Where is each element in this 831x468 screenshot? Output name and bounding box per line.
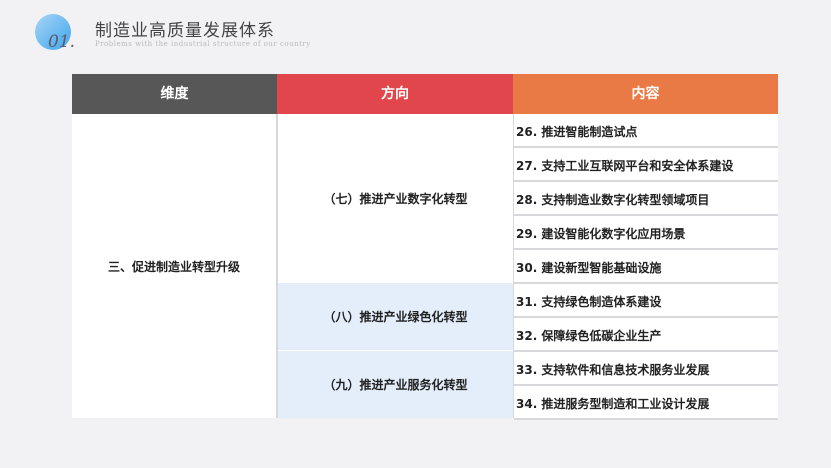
list-item: 26. 推进智能制造试点 (514, 116, 778, 148)
list-item: 31. 支持绿色制造体系建设 (514, 286, 778, 318)
column-header-content: 内容 (513, 74, 778, 114)
direction-cell-service: （九）推进产业服务化转型 (278, 351, 513, 418)
section-number: 01. (48, 32, 76, 52)
content-list: 26. 推进智能制造试点 27. 支持工业互联网平台和安全体系建设 28. 支持… (514, 114, 778, 420)
column-header-direction: 方向 (277, 74, 513, 114)
slide-subtitle: Problems with the industrial structure o… (95, 40, 311, 48)
slide-title: 制造业高质量发展体系 (95, 21, 275, 41)
slide-header: 01. 制造业高质量发展体系 Problems with the industr… (0, 0, 831, 60)
column-header-dimension: 维度 (72, 74, 277, 114)
development-table: 维度 方向 内容 三、促进制造业转型升级 （七）推进产业数字化转型 （八）推进产… (72, 74, 778, 420)
list-item: 28. 支持制造业数字化转型领域项目 (514, 184, 778, 216)
list-item: 33. 支持软件和信息技术服务业发展 (514, 354, 778, 386)
direction-cell-green: （八）推进产业绿色化转型 (278, 283, 513, 350)
list-item: 27. 支持工业互联网平台和安全体系建设 (514, 150, 778, 182)
list-item: 34. 推进服务型制造和工业设计发展 (514, 388, 778, 420)
list-item: 29. 建设智能化数字化应用场景 (514, 218, 778, 250)
dimension-cell: 三、促进制造业转型升级 (107, 259, 240, 274)
list-item: 32. 保障绿色低碳企业生产 (514, 320, 778, 352)
list-item: 30. 建设新型智能基础设施 (514, 252, 778, 284)
direction-cell-digital: （七）推进产业数字化转型 (278, 114, 513, 282)
